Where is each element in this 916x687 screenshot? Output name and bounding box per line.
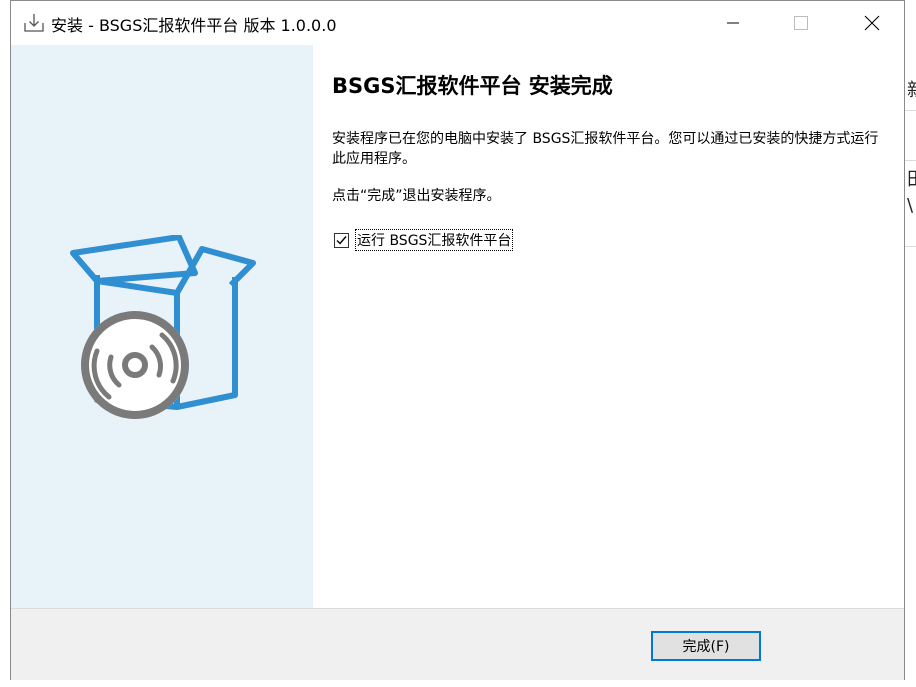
run-app-checkbox[interactable] xyxy=(334,232,349,248)
maximize-button[interactable] xyxy=(778,1,824,45)
background-divider xyxy=(905,246,916,247)
software-box-disc-icon xyxy=(70,235,256,419)
background-glyph: 田 xyxy=(907,165,916,191)
minimize-icon xyxy=(727,22,739,24)
page-title: BSGS汇报软件平台 安装完成 xyxy=(332,74,613,98)
close-icon xyxy=(864,15,880,31)
window-title: 安装 - BSGS汇报软件平台 版本 1.0.0.0 xyxy=(51,16,337,35)
background-divider xyxy=(905,160,916,161)
checkmark-icon xyxy=(336,235,347,245)
background-glyph: \ xyxy=(907,195,914,216)
minimize-button[interactable] xyxy=(710,1,756,45)
wizard-content: BSGS汇报软件平台 安装完成 安装程序已在您的电脑中安装了 BSGS汇报软件平… xyxy=(313,45,904,608)
background-divider xyxy=(905,110,916,111)
completion-description: 安装程序已在您的电脑中安装了 BSGS汇报软件平台。您可以通过已安装的快捷方式运… xyxy=(332,131,879,167)
installer-download-icon xyxy=(23,12,45,34)
background-glyph: 新 xyxy=(907,76,916,102)
finish-button[interactable]: 完成(F) xyxy=(651,631,761,661)
title-bar[interactable]: 安装 - BSGS汇报软件平台 版本 1.0.0.0 xyxy=(11,1,904,45)
close-button[interactable] xyxy=(849,1,895,45)
run-app-label[interactable]: 运行 BSGS汇报软件平台 xyxy=(355,229,514,251)
wizard-sidebar xyxy=(11,45,313,608)
exit-hint: 点击“完成”退出安装程序。 xyxy=(332,188,501,204)
background-window-edge: 新 田 \ xyxy=(905,0,916,687)
run-app-checkbox-row[interactable]: 运行 BSGS汇报软件平台 xyxy=(334,229,514,251)
maximize-icon xyxy=(794,16,808,30)
wizard-footer: 完成(F) xyxy=(11,608,904,680)
installer-window: 安装 - BSGS汇报软件平台 版本 1.0.0.0 BSGS汇报软件平台 安装… xyxy=(10,0,905,680)
